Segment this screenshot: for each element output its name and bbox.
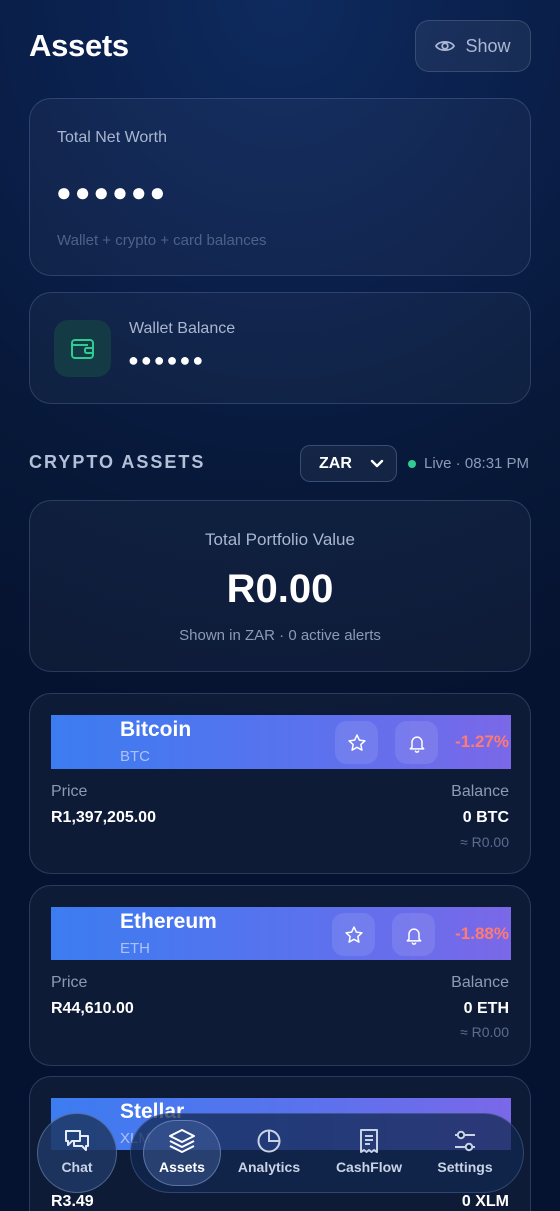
coin-balance: 0 BTC	[462, 809, 509, 826]
wallet-icon-container	[54, 320, 111, 377]
balance-label: Balance	[451, 974, 509, 991]
net-worth-subtitle: Wallet + crypto + card balances	[57, 232, 267, 249]
coin-header: Bitcoin BTC -1.27%	[51, 715, 511, 769]
coin-name: Bitcoin	[120, 718, 192, 741]
wallet-balance-value: ●●●●●●	[128, 350, 206, 370]
wallet-balance-label: Wallet Balance	[129, 320, 236, 337]
receipt-icon	[360, 1129, 378, 1153]
wallet-icon	[70, 338, 94, 359]
nav-label-assets: Assets	[159, 1159, 205, 1175]
price-label: Price	[51, 974, 88, 991]
nav-label-settings: Settings	[437, 1159, 493, 1175]
show-balances-button[interactable]: Show	[415, 20, 531, 72]
currency-select[interactable]: ZAR	[300, 445, 397, 482]
alert-button[interactable]	[392, 913, 435, 956]
coin-card-bitcoin[interactable]: Bitcoin BTC -1.27% Price R1,397,205.00 B…	[29, 693, 531, 874]
net-worth-card: Total Net Worth ●●●●●● Wallet + crypto +…	[29, 98, 531, 276]
coin-price: R44,610.00	[51, 1000, 134, 1017]
page-title: Assets	[29, 28, 129, 63]
currency-select-value: ZAR	[319, 454, 352, 472]
portfolio-value: R0.00	[226, 567, 334, 611]
coin-price: R1,397,205.00	[51, 809, 156, 826]
coin-balance-zar: ≈ R0.00	[460, 1024, 509, 1040]
eye-icon	[435, 40, 456, 52]
show-balances-label: Show	[465, 35, 511, 56]
star-icon	[347, 733, 366, 751]
nav-item-analytics[interactable]: Analytics	[230, 1128, 308, 1175]
nav-item-assets[interactable]: Assets	[143, 1128, 221, 1175]
layers-icon	[169, 1129, 195, 1153]
wallet-balance-card[interactable]: Wallet Balance ●●●●●●	[29, 292, 531, 404]
bell-icon	[406, 927, 421, 945]
price-label: Price	[51, 783, 88, 800]
live-status: Live · 08:31 PM	[408, 455, 529, 472]
coin-balance-zar: ≈ R0.00	[460, 834, 509, 850]
coin-symbol: BTC	[120, 748, 150, 765]
coin-name: Ethereum	[120, 910, 217, 933]
coin-header: Ethereum ETH -1.88%	[51, 907, 511, 960]
chevron-down-icon	[370, 459, 384, 467]
chat-button[interactable]: Chat	[37, 1113, 117, 1193]
portfolio-value-card: Total Portfolio Value R0.00 Shown in ZAR…	[29, 500, 531, 672]
live-indicator-dot	[408, 459, 416, 468]
coin-balance: 0 ETH	[463, 1000, 509, 1017]
coin-price: R3.49	[51, 1193, 94, 1210]
chat-icon	[65, 1130, 89, 1151]
favorite-button[interactable]	[335, 721, 378, 764]
chat-label: Chat	[61, 1159, 93, 1175]
nav-label-cashflow: CashFlow	[335, 1159, 403, 1175]
portfolio-label: Total Portfolio Value	[205, 530, 355, 549]
nav-label-analytics: Analytics	[237, 1159, 301, 1175]
pie-chart-icon	[257, 1129, 281, 1153]
nav-item-cashflow[interactable]: CashFlow	[326, 1128, 412, 1175]
coin-balance: 0 XLM	[461, 1193, 509, 1210]
portfolio-subtitle: Shown in ZAR · 0 active alerts	[179, 627, 381, 644]
net-worth-label: Total Net Worth	[57, 129, 167, 146]
alert-button[interactable]	[395, 721, 438, 764]
crypto-assets-heading: CRYPTO ASSETS	[29, 452, 206, 472]
nav-item-settings[interactable]: Settings	[426, 1128, 504, 1175]
star-icon	[344, 925, 363, 943]
price-change: -1.88%	[455, 924, 509, 943]
net-worth-value: ●●●●●●	[56, 177, 169, 207]
coin-symbol: ETH	[120, 940, 150, 957]
coin-card-ethereum[interactable]: Ethereum ETH -1.88% Price R44,610.00 Bal…	[29, 885, 531, 1066]
price-change: -1.27%	[455, 732, 509, 751]
favorite-button[interactable]	[332, 913, 375, 956]
live-status-text: Live · 08:31 PM	[424, 455, 530, 472]
balance-label: Balance	[451, 783, 509, 800]
chat-nav-item: Chat	[38, 1128, 116, 1175]
bell-icon	[409, 735, 424, 753]
sliders-icon	[455, 1130, 475, 1152]
